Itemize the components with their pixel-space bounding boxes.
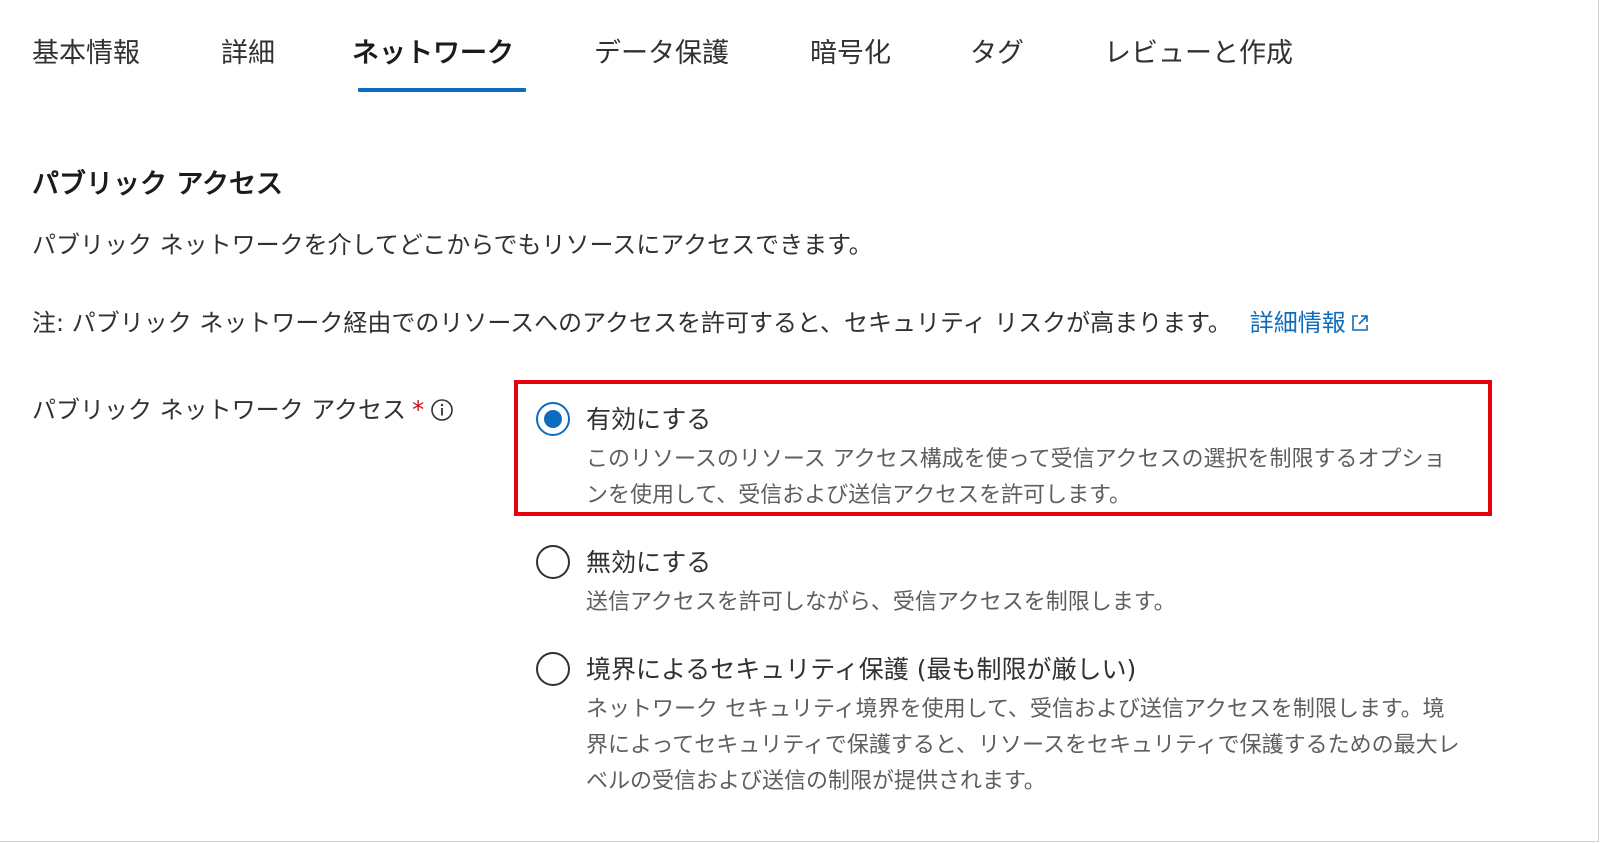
external-link-icon [1351,315,1368,331]
option-disable-label: 無効にする [586,548,712,577]
field-label-text: パブリック ネットワーク アクセス [32,396,407,424]
tab-basics[interactable]: 基本情報 [32,34,140,74]
security-note-text: 注: パブリック ネットワーク経由でのリソースへのアクセスを許可すると、セキュリ… [32,309,1232,337]
info-icon[interactable] [430,398,454,422]
radio-disable[interactable] [536,545,570,579]
required-marker: * [412,396,425,424]
option-perimeter-label: 境界によるセキュリティ保護 (最も制限が厳しい) [586,655,1137,684]
tab-review-create[interactable]: レビューと作成 [1104,34,1293,74]
option-disable-description: 送信アクセスを許可しながら、受信アクセスを制限します。 [586,590,1176,615]
option-enable-label: 有効にする [586,405,712,434]
tab-encryption[interactable]: 暗号化 [810,34,891,74]
section-title: パブリック アクセス [32,169,284,200]
tab-data-protection[interactable]: データ保護 [594,34,729,74]
section-description: パブリック ネットワークを介してどこからでもリソースにアクセスできます。 [32,231,873,259]
tab-tags[interactable]: タグ [970,34,1024,74]
radio-enable[interactable] [536,402,570,436]
option-enable-description: このリソースのリソース アクセス構成を使って受信アクセスの選択を制限するオプショ… [586,447,1446,508]
public-network-access-label: パブリック ネットワーク アクセス * [32,390,454,425]
security-note: 注: パブリック ネットワーク経由でのリソースへのアクセスを許可すると、セキュリ… [32,303,1370,338]
learn-more-link-text: 詳細情報 [1249,309,1346,337]
learn-more-link[interactable]: 詳細情報 [1250,309,1370,337]
radio-perimeter[interactable] [536,652,570,686]
active-tab-indicator [358,88,526,92]
tab-advanced[interactable]: 詳細 [221,34,275,74]
page-frame: 基本情報 詳細 ネットワーク データ保護 暗号化 タグ レビューと作成 パブリッ… [0,0,1599,842]
tab-networking[interactable]: ネットワーク [352,34,514,74]
option-perimeter-description: ネットワーク セキュリティ境界を使用して、受信および送信アクセスを制限します。境… [586,697,1460,794]
tab-bar: 基本情報 詳細 ネットワーク データ保護 暗号化 タグ レビューと作成 [0,0,1560,100]
